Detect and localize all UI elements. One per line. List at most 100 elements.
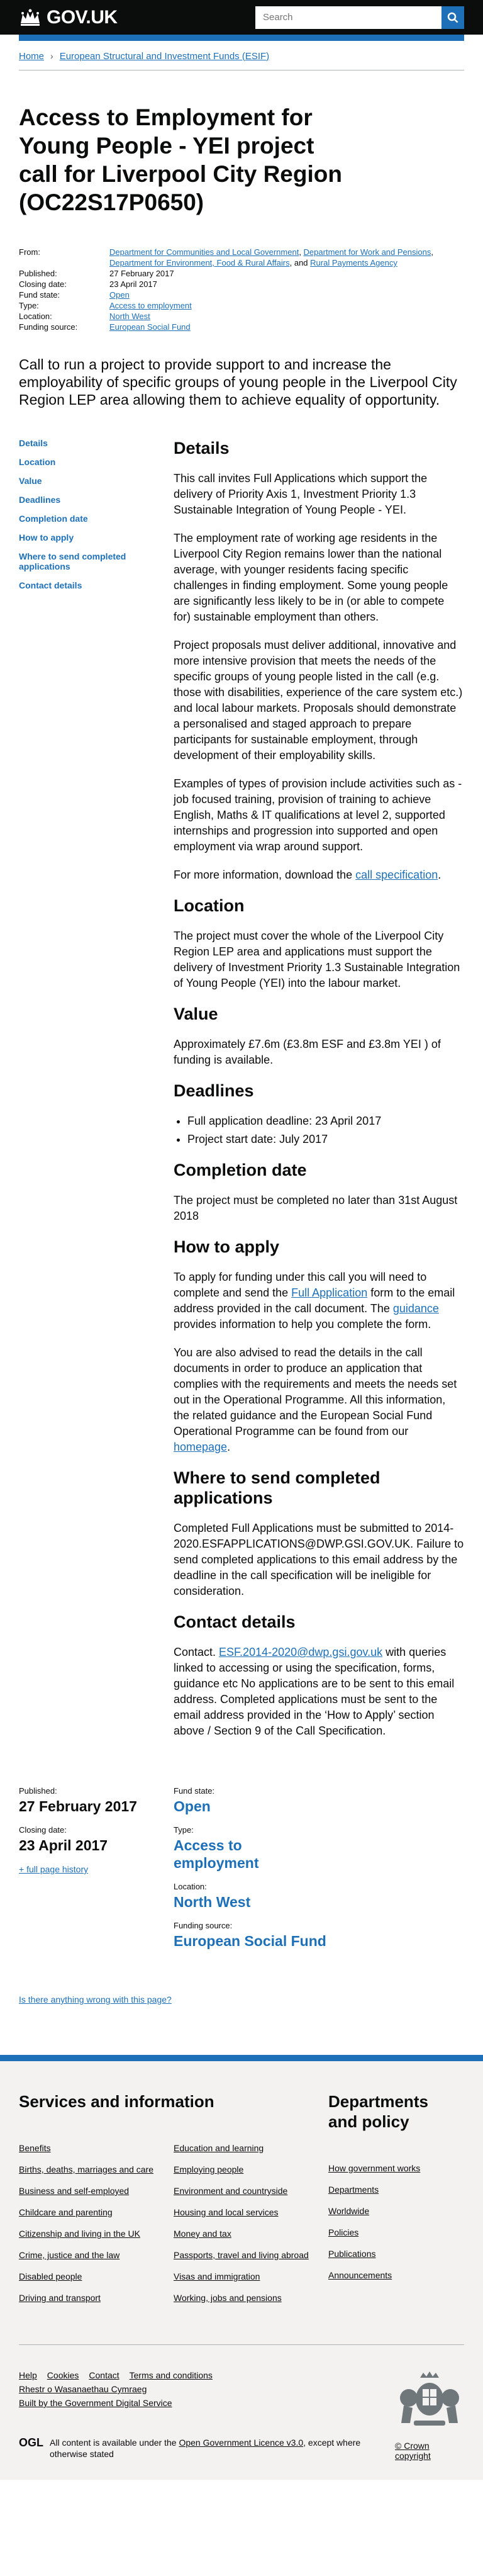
footer-link[interactable]: Benefits: [19, 2143, 51, 2153]
footer-link[interactable]: Passports, travel and living abroad: [174, 2250, 309, 2260]
footer-link[interactable]: How government works: [328, 2163, 420, 2173]
location-link[interactable]: North West: [109, 312, 150, 321]
nav-link-contact[interactable]: Contact details: [19, 580, 82, 590]
details-paragraph: Project proposals must deliver additiona…: [174, 639, 463, 762]
footer-link[interactable]: Policies: [328, 2227, 358, 2237]
fund-state-link[interactable]: Open: [109, 290, 130, 300]
homepage-link[interactable]: homepage: [174, 1441, 227, 1453]
footer-link[interactable]: Departments: [328, 2185, 379, 2195]
report-problem-link[interactable]: Is there anything wrong with this page?: [19, 1994, 172, 2005]
footer-link[interactable]: Publications: [328, 2249, 376, 2259]
details-section: Details This call invites Full Applicati…: [174, 438, 464, 883]
full-page-history-link[interactable]: + full page history: [19, 1864, 88, 1874]
footer-link[interactable]: Births, deaths, marriages and care: [19, 2164, 153, 2174]
org-link-rpa[interactable]: Rural Payments Agency: [310, 258, 397, 267]
footer-services-lists: Benefits Births, deaths, marriages and c…: [19, 2143, 328, 2314]
text-span: You are also advised to read the details…: [174, 1346, 457, 1437]
meta-location-label: Location:: [19, 312, 52, 321]
meta-type-row: Type: Access to employment: [19, 300, 464, 311]
crown-copyright-link[interactable]: © Crown copyright: [395, 2441, 464, 2461]
funding-source-link[interactable]: European Social Fund: [109, 322, 191, 332]
search-input[interactable]: [255, 6, 441, 29]
footer-meta-left: Help Cookies Contact Terms and condition…: [19, 2370, 395, 2461]
footer-link[interactable]: Crime, justice and the law: [19, 2250, 119, 2260]
footer-terms-link[interactable]: Terms and conditions: [130, 2370, 213, 2380]
footer-contact-link[interactable]: Contact: [89, 2370, 119, 2380]
nav-link-completion[interactable]: Completion date: [19, 514, 88, 524]
footer-services-col1: Benefits Births, deaths, marriages and c…: [19, 2143, 174, 2314]
where-to-send-heading: Where to send completed applications: [174, 1468, 380, 1507]
footer-link[interactable]: Citizenship and living in the UK: [19, 2229, 140, 2239]
type-link[interactable]: Access to employment: [109, 301, 192, 310]
search-button[interactable]: [441, 6, 464, 29]
meta-closing-value: 23 April 2017: [109, 279, 157, 289]
footer-link[interactable]: Disabled people: [19, 2271, 82, 2281]
header-blue-rule: [19, 35, 464, 41]
text-span: .: [438, 869, 441, 881]
nav-link-deadlines[interactable]: Deadlines: [19, 495, 60, 505]
meta-funding-source-label: Funding source:: [19, 322, 78, 332]
footer-cookies-link[interactable]: Cookies: [47, 2370, 79, 2380]
breadcrumb-esif[interactable]: European Structural and Investment Funds…: [60, 51, 270, 62]
footer-help-link[interactable]: Help: [19, 2370, 37, 2380]
footer-link[interactable]: Environment and countryside: [174, 2186, 287, 2196]
footer-link[interactable]: Business and self-employed: [19, 2186, 129, 2196]
list-item: Crime, justice and the law: [19, 2250, 154, 2261]
footer-services: Services and information Benefits Births…: [19, 2091, 328, 2314]
footer-link[interactable]: Employing people: [174, 2164, 243, 2174]
meta-location-row: Location: North West: [19, 311, 464, 322]
list-item: Announcements: [328, 2270, 435, 2281]
bottom-fund-state-label: Fund state:: [174, 1786, 215, 1796]
meta-sep: ,: [299, 247, 304, 257]
footer-link[interactable]: Announcements: [328, 2270, 392, 2280]
org-link-defra[interactable]: Department for Environment, Food & Rural…: [109, 258, 290, 267]
nav-link-location[interactable]: Location: [19, 457, 55, 467]
footer-link[interactable]: Money and tax: [174, 2229, 231, 2239]
contact-email-link[interactable]: ESF.2014-2020@dwp.gsi.gov.uk: [219, 1646, 382, 1658]
footer-link[interactable]: Driving and transport: [19, 2293, 101, 2303]
details-paragraph: This call invites Full Applications whic…: [174, 472, 428, 516]
call-specification-link[interactable]: call specification: [355, 869, 438, 881]
main-content: Details This call invites Full Applicati…: [174, 438, 464, 1752]
bottom-fund-state: Fund state: Open: [174, 1786, 328, 1815]
footer-link[interactable]: Visas and immigration: [174, 2271, 260, 2281]
footer-services-col2: Education and learning Employing people …: [174, 2143, 328, 2314]
org-link-dwp[interactable]: Department for Work and Pensions: [304, 247, 431, 257]
govuk-logo-link[interactable]: GOV.UK: [19, 7, 118, 28]
nav-link-how-to-apply[interactable]: How to apply: [19, 532, 74, 543]
footer-link[interactable]: Working, jobs and pensions: [174, 2293, 282, 2303]
ogl-licence-link[interactable]: Open Government Licence v3.0: [179, 2438, 303, 2448]
bottom-fund-state-link[interactable]: Open: [174, 1798, 211, 1814]
nav-link-where-to-send[interactable]: Where to send completed applications: [19, 551, 126, 571]
list-item: Visas and immigration: [174, 2271, 309, 2282]
bottom-funding-source: Funding source: European Social Fund: [174, 1921, 328, 1950]
list-item: Working, jobs and pensions: [174, 2293, 309, 2303]
meta-published-label: Published:: [19, 269, 57, 278]
location-heading: Location: [174, 896, 245, 915]
full-application-link[interactable]: Full Application: [291, 1286, 367, 1299]
footer-gds-link[interactable]: Built by the Government Digital Service: [19, 2398, 172, 2408]
breadcrumb-home[interactable]: Home: [19, 51, 44, 62]
metadata-block: From: Department for Communities and Loc…: [19, 247, 464, 332]
chevron-right-icon: ›: [50, 51, 53, 61]
list-item: Childcare and parenting: [19, 2207, 154, 2218]
bottom-closing-label: Closing date:: [19, 1825, 67, 1835]
meta-from-value: Department for Communities and Local Gov…: [109, 247, 436, 268]
where-to-send-section: Where to send completed applications Com…: [174, 1468, 464, 1599]
footer-link[interactable]: Housing and local services: [174, 2207, 279, 2217]
bottom-funding-source-link[interactable]: European Social Fund: [174, 1933, 326, 1949]
nav-link-details[interactable]: Details: [19, 438, 48, 448]
bottom-type-link[interactable]: Access to employment: [174, 1837, 258, 1871]
nav-link-value[interactable]: Value: [19, 476, 42, 486]
guidance-link[interactable]: guidance: [393, 1302, 439, 1315]
footer-link[interactable]: Education and learning: [174, 2143, 264, 2153]
meta-published-value: 27 February 2017: [109, 269, 174, 278]
org-link-dclg[interactable]: Department for Communities and Local Gov…: [109, 247, 299, 257]
bottom-location: Location: North West: [174, 1882, 328, 1911]
footer-welsh-link[interactable]: Rhestr o Wasanaethau Cymraeg: [19, 2384, 147, 2394]
bottom-location-link[interactable]: North West: [174, 1894, 250, 1910]
footer-link[interactable]: Worldwide: [328, 2206, 369, 2216]
main-columns: Details Location Value Deadlines Complet…: [19, 438, 464, 1752]
footer-licence: OGL All content is available under the O…: [19, 2437, 395, 2460]
footer-link[interactable]: Childcare and parenting: [19, 2207, 113, 2217]
